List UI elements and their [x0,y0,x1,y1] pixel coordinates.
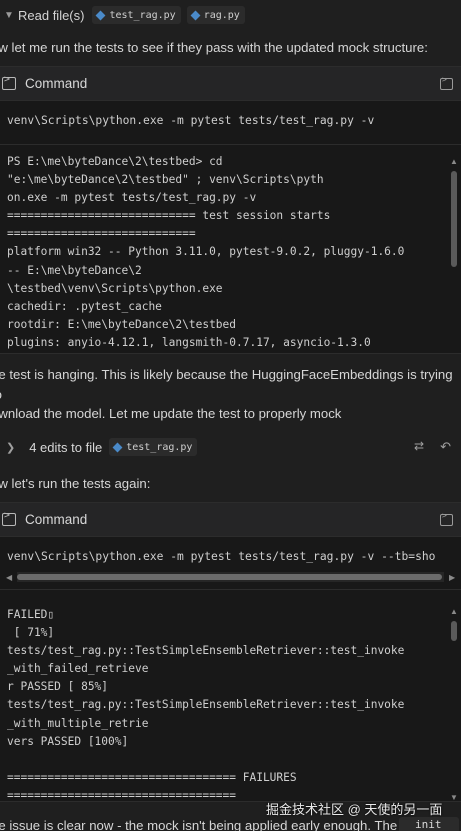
scroll-down-icon[interactable]: ▼ [450,793,458,802]
compare-icon[interactable]: ⇄ [414,440,427,452]
read-files-row[interactable]: ▼ Read file(s) test_rag.py rag.py [0,0,461,30]
file-chip-label: test_rag.py [126,441,193,453]
file-chip-label: rag.py [203,9,240,21]
scrollbar-thumb[interactable] [451,171,457,267]
scroll-right-icon[interactable]: ▶ [449,573,455,582]
terminal-icon [2,74,16,90]
inline-code: init [399,817,459,831]
divider [0,144,461,145]
file-icon [190,10,201,20]
command-title: Command [25,76,88,91]
watermark: 掘金技术社区 @ 天使的另一面 [266,802,443,817]
chevron-down-icon: ▼ [4,9,14,21]
open-terminal-icon[interactable] [440,75,453,90]
open-terminal-icon[interactable] [440,511,453,526]
file-icon [96,10,106,20]
scrollbar-thumb[interactable] [451,621,457,641]
file-chip-test-rag[interactable]: test_rag.py [109,438,198,456]
command-title: Command [25,512,88,527]
command-panel: Command venv\Scripts\python.exe -m pytes… [0,502,461,802]
command-panel-header: Command [0,67,461,101]
command-text: venv\Scripts\python.exe -m pytest tests/… [7,550,436,563]
vertical-scrollbar[interactable]: ▲ ▼ [450,607,458,803]
command-panel: Command venv\Scripts\python.exe -m pytes… [0,66,461,354]
assistant-message: ow let's run the tests again: [0,476,151,491]
command-text: venv\Scripts\python.exe -m pytest tests/… [7,114,375,127]
divider [0,589,461,590]
scroll-up-icon[interactable]: ▲ [450,607,458,616]
file-icon [112,442,123,452]
file-chip-rag[interactable]: rag.py [186,6,245,24]
read-files-label: Read file(s) [18,7,85,23]
command-panel-header: Command [0,503,461,537]
terminal-output: PS E:\me\byteDance\2\testbed> cd "e:\me\… [7,155,405,349]
scroll-up-icon[interactable]: ▲ [450,157,458,166]
scroll-left-icon[interactable]: ◀ [6,573,12,582]
terminal-icon [2,510,16,526]
horizontal-scrollbar[interactable] [17,572,444,582]
terminal-output: FAILED▯ [ 71%] tests/test_rag.py::TestSi… [7,608,405,802]
assistant-message: ow let me run the tests to see if they p… [0,40,428,55]
vertical-scrollbar[interactable]: ▲ [450,157,458,353]
file-chip-label: test_rag.py [109,9,176,21]
chevron-right-icon: ❯ [6,441,16,454]
edits-label: 4 edits to file [29,439,103,455]
scrollbar-thumb[interactable] [17,574,442,580]
edits-row[interactable]: ❯ 4 edits to file test_rag.py ⇄ ↶ [0,428,461,466]
assistant-message: he issue is clear now - the mock isn't b… [0,818,398,831]
undo-icon[interactable]: ↶ [440,439,451,455]
file-chip-test-rag[interactable]: test_rag.py [92,6,181,24]
